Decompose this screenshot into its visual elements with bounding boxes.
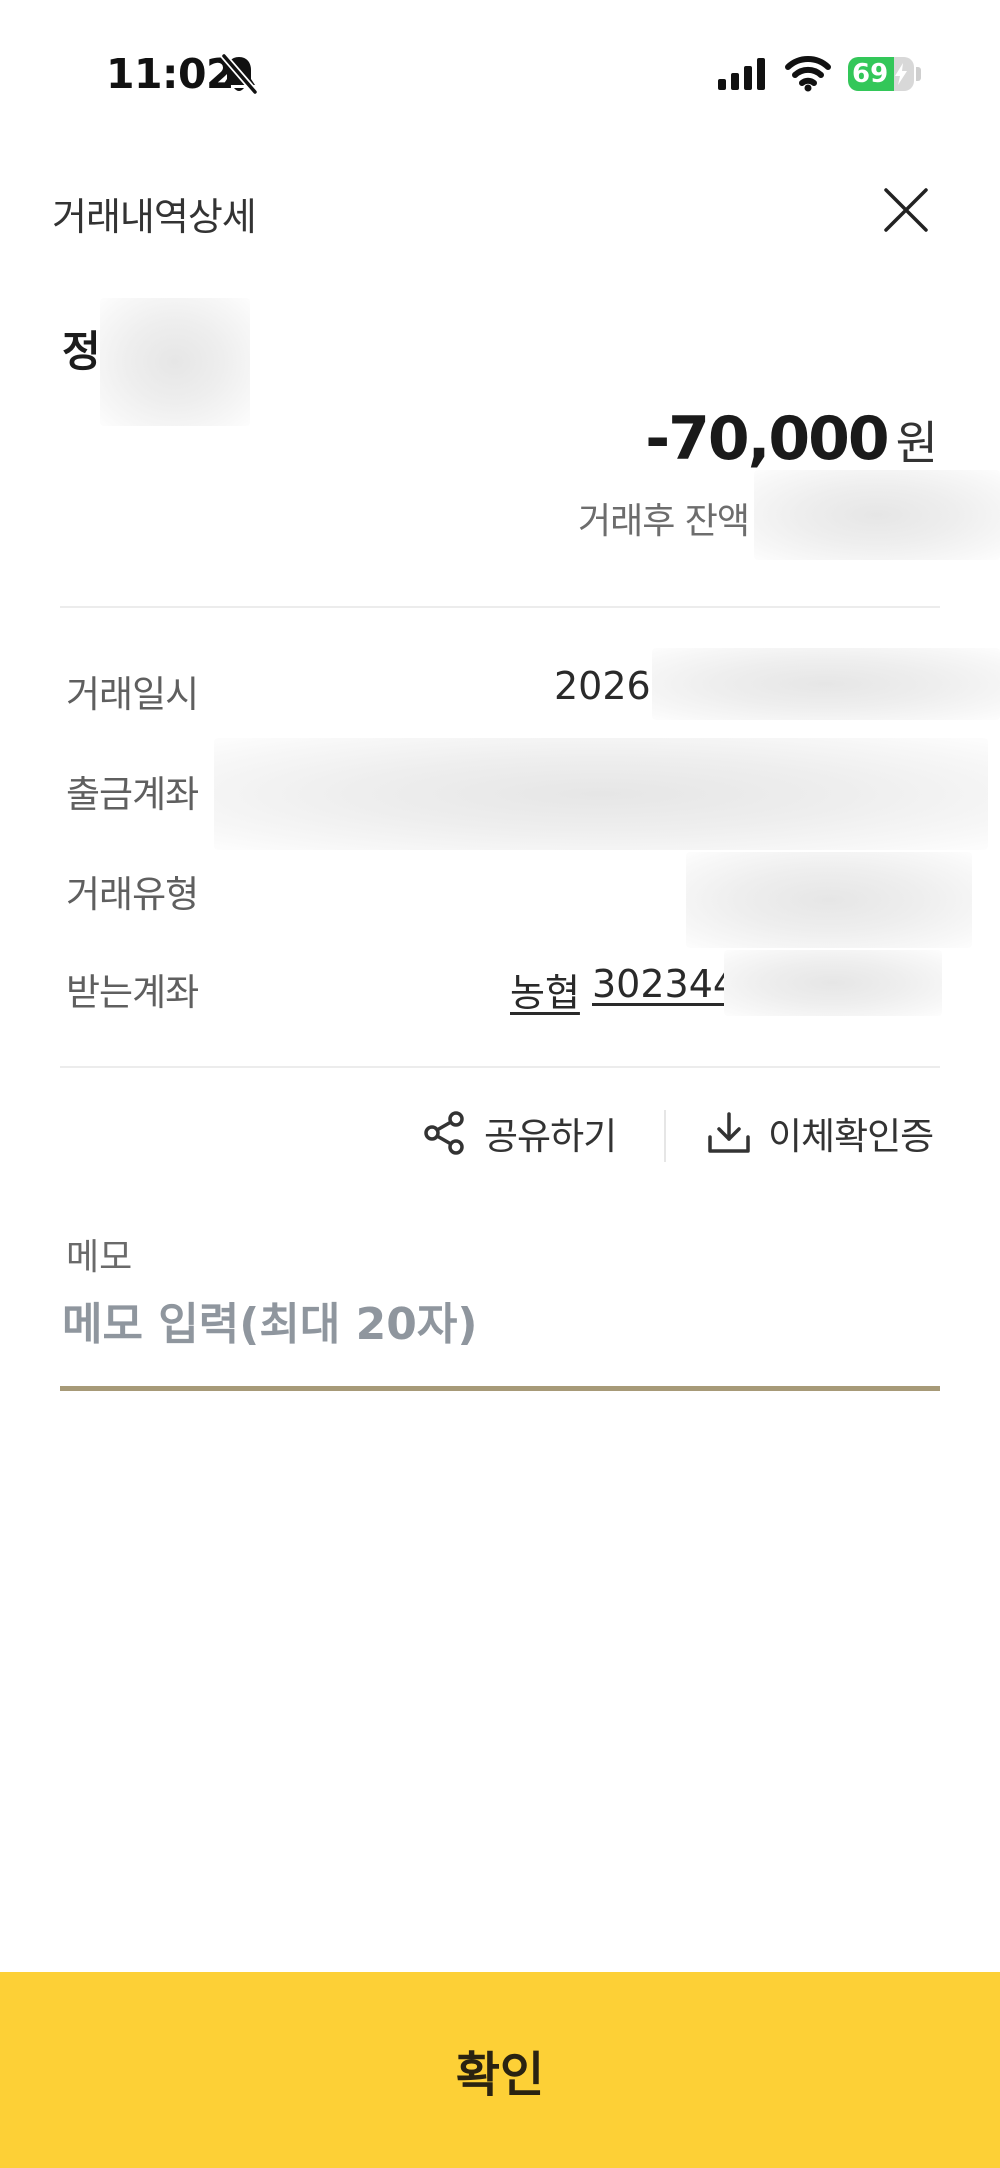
page-title: 거래내역상세: [52, 195, 257, 239]
amount-unit: 원: [895, 416, 938, 470]
redacted-from-account: [214, 738, 988, 850]
bell-slash-icon: [220, 52, 259, 96]
redacted-balance: [754, 470, 1000, 560]
transaction-type-label: 거래유형: [66, 873, 199, 916]
redacted-to-account: [724, 950, 942, 1016]
charging-bolt-icon: [895, 63, 907, 85]
memo-input[interactable]: [60, 1288, 944, 1360]
datetime-label: 거래일시: [66, 673, 199, 716]
redacted-transaction-type: [686, 852, 972, 948]
transfer-certificate-label: 이체확인증: [768, 1115, 934, 1158]
battery-icon: 69: [848, 57, 914, 91]
divider: [60, 606, 940, 608]
transaction-amount: -70,000 원: [645, 404, 938, 474]
battery-cap: [916, 67, 921, 81]
memo-label: 메모: [66, 1237, 133, 1278]
transfer-certificate-button[interactable]: 이체확인증: [706, 1106, 934, 1160]
to-account-link[interactable]: 302344: [592, 962, 737, 1006]
to-account-label: 받는계좌: [66, 971, 199, 1014]
redacted-recipient-name: [100, 298, 250, 426]
share-icon: [424, 1111, 464, 1155]
wifi-icon: [785, 56, 831, 92]
recipient-name: 정: [62, 327, 101, 376]
to-bank-link[interactable]: 농협: [510, 962, 580, 1017]
share-label: 공유하기: [484, 1115, 617, 1158]
from-account-label: 출금계좌: [66, 773, 199, 816]
battery-percent: 69: [852, 59, 889, 89]
memo-underline: [60, 1386, 940, 1391]
divider: [60, 1066, 940, 1068]
redacted-datetime: [652, 648, 1000, 720]
download-icon: [708, 1112, 750, 1153]
cellular-signal-icon: [718, 58, 765, 90]
action-separator: [664, 1110, 666, 1162]
share-button[interactable]: 공유하기: [422, 1106, 617, 1160]
balance-after-label: 거래후 잔액: [578, 501, 750, 542]
close-icon[interactable]: [882, 186, 930, 234]
datetime-value: 2026: [554, 664, 651, 708]
confirm-button[interactable]: 확인: [0, 1972, 1000, 2168]
status-time: 11:02: [106, 50, 235, 98]
amount-value: -70,000: [645, 404, 889, 474]
